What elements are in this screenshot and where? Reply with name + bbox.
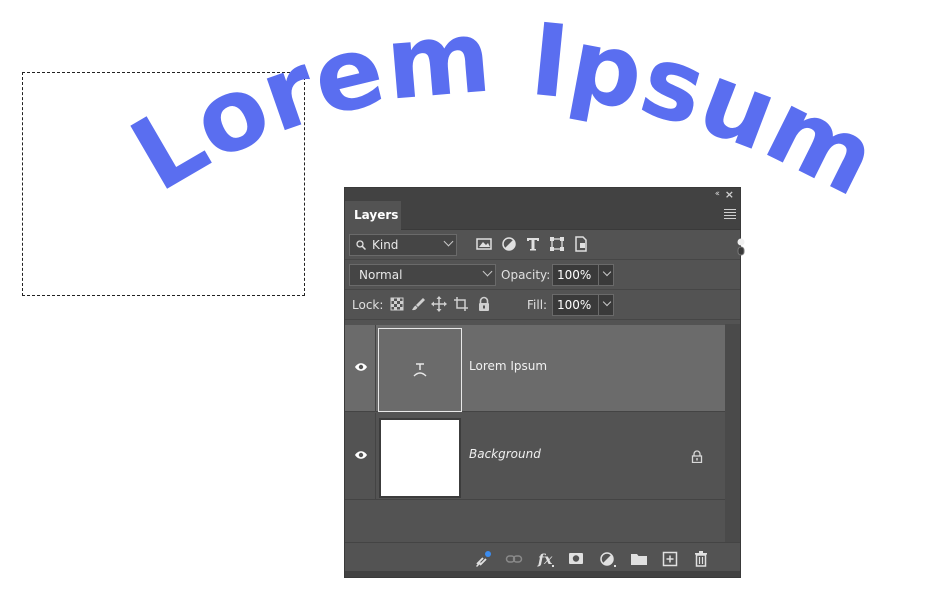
tab-layers[interactable]: Layers [345,201,401,230]
filter-row: Kind [345,230,745,260]
delete-layer-trash-icon[interactable] [692,550,710,568]
blend-mode-value: Normal [359,268,403,282]
chevron-down-icon[interactable] [602,267,612,277]
new-adjustment-layer-icon[interactable] [599,550,617,568]
layer-row-background[interactable]: Background [345,413,725,500]
fill-field[interactable]: 100% [552,294,614,316]
warped-text-icon [413,363,427,377]
visibility-eye-icon[interactable] [354,450,368,460]
panel-menu-icon[interactable] [724,209,736,221]
fill-value: 100% [557,298,592,312]
svg-text:fx: fx [537,552,553,568]
blend-row: Normal Opacity: 100% [345,260,740,290]
opacity-field[interactable]: 100% [552,264,614,286]
lock-all-icon[interactable] [476,296,492,312]
new-group-folder-icon[interactable] [630,550,648,568]
lock-label: Lock: [352,298,384,312]
panel-title-bar[interactable]: ‹‹ × [345,188,740,201]
link-chain-icon[interactable] [505,550,523,568]
opacity-label: Opacity: [501,268,551,282]
lock-image-pixels-brush-icon[interactable] [410,296,426,312]
filter-kind-dropdown[interactable]: Kind [349,234,457,256]
layer-name[interactable]: Background [469,447,541,461]
background-layer-thumbnail [379,418,461,498]
type-filter-icon[interactable] [524,235,542,253]
layer-row-lorem-ipsum[interactable]: Lorem Ipsum [345,325,725,412]
blend-mode-dropdown[interactable]: Normal [349,264,496,286]
lock-artboard-crop-icon[interactable] [453,296,469,312]
collapse-panel-icon[interactable]: ‹‹ [715,188,720,201]
filter-kind-label: Kind [372,238,399,252]
panel-resize-grip[interactable] [345,571,740,577]
fill-label: Fill: [527,298,548,312]
layers-panel: ‹‹ × Layers Kind Normal Opacity: 100% Lo… [344,187,745,578]
filter-toggle-switch[interactable] [737,238,745,256]
panel-tab-bar: Layers [345,201,740,230]
link-layers-icon[interactable] [474,550,492,568]
chevron-down-icon [482,266,493,277]
image-filter-icon[interactable] [475,235,493,253]
chevron-down-icon[interactable] [602,297,612,307]
opacity-value: 100% [557,268,592,282]
lock-icon[interactable] [691,450,703,463]
lock-position-move-icon[interactable] [431,296,447,312]
shape-filter-icon[interactable] [548,235,566,253]
chevron-down-icon [443,236,454,247]
layer-style-fx-icon[interactable]: fx [537,550,555,568]
new-layer-icon[interactable] [661,550,679,568]
smart-object-filter-icon[interactable] [572,235,590,253]
text-layer-thumbnail [378,328,462,412]
layer-list: Lorem Ipsum Background [345,324,725,542]
search-icon [356,240,366,250]
add-mask-icon[interactable] [567,550,585,568]
lock-row: Lock: Fill: 100% [345,290,740,320]
visibility-eye-icon[interactable] [354,362,368,372]
layer-list-scrollbar[interactable] [725,324,740,542]
layers-bottom-bar: fx [345,542,740,572]
layer-name[interactable]: Lorem Ipsum [469,359,547,373]
lock-transparent-pixels-icon[interactable] [389,296,405,312]
adjustment-filter-icon[interactable] [500,235,518,253]
close-panel-icon[interactable]: × [725,188,734,201]
